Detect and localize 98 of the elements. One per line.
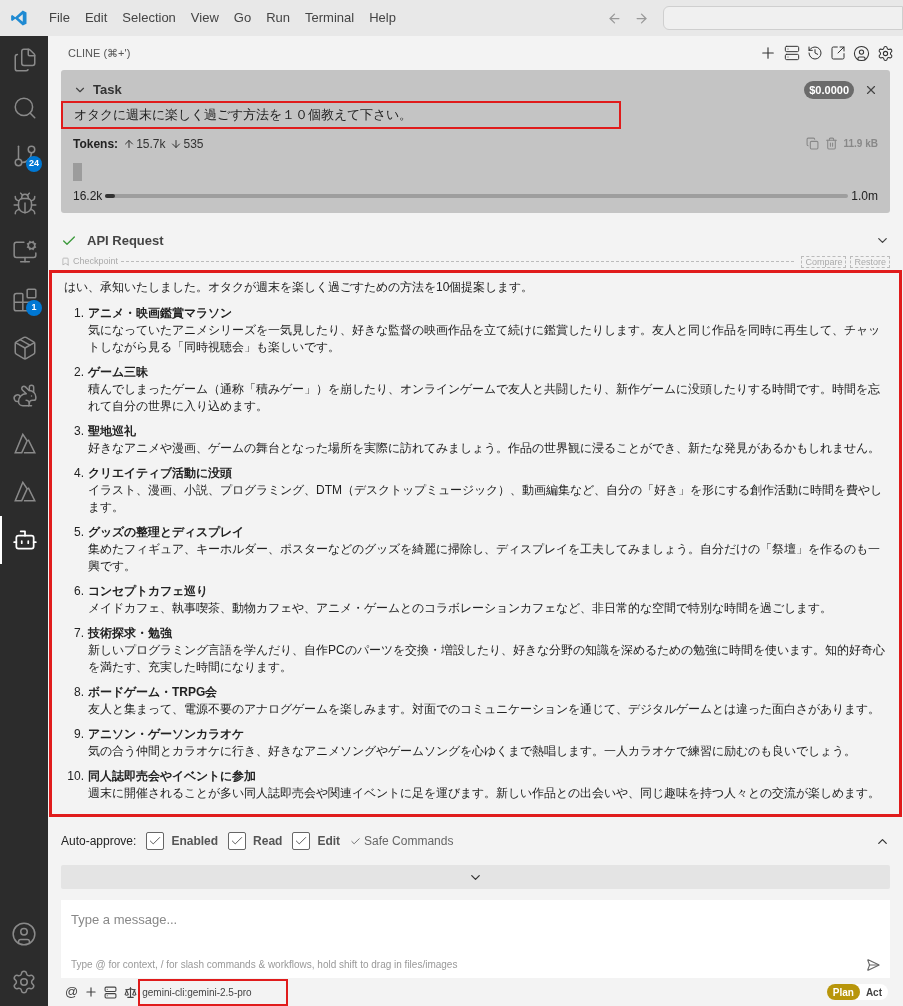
account-icon[interactable]: [853, 44, 870, 62]
item-title: 技術探求・勉強: [88, 624, 173, 642]
option-label[interactable]: Read: [253, 832, 283, 850]
menu-item[interactable]: Terminal: [298, 8, 362, 28]
context-used: 16.2k: [73, 187, 103, 205]
server-icon[interactable]: [784, 45, 800, 61]
server-icon[interactable]: [104, 985, 118, 999]
item-text: 集めたフィギュア、キーホルダー、ポスターなどのグッズを綺麗に掃除し、ディスプレイを工夫してみましょう。自分だけの「祭壇」を作るのも一興です。: [88, 540, 881, 575]
message-field[interactable]: Type a message...: [71, 910, 880, 930]
list-number: 1.: [73, 304, 84, 322]
size-label: 11.9 kB: [843, 137, 878, 151]
bookmark-icon: [61, 257, 70, 266]
forward-icon[interactable]: [634, 10, 649, 26]
item-text: 積んでしまったゲーム（通称「積みゲー」）を崩したり、オンラインゲームで友人と共闘したり、新作ゲームに没頭したりする時間です。時間を忘れて自分の世界に入り込めます。: [88, 380, 881, 415]
files-icon: [12, 47, 38, 73]
checkbox[interactable]: [292, 832, 311, 850]
list-number: 10.: [66, 767, 84, 785]
context-max: 1.0m: [851, 187, 878, 205]
list-number: 3.: [73, 422, 84, 440]
search-icon: [12, 95, 38, 121]
item-text: 週末に開催されることが多い同人誌即売会や関連イベントに足を運びます。新しい作品との出会いや、同じ趣味を持つ人々との交流が楽しめます。: [88, 784, 880, 802]
add-icon[interactable]: [84, 985, 99, 999]
item-title: アニメ・映画鑑賞マラソン: [88, 304, 233, 322]
item-title: ボードゲーム・TRPG会: [88, 683, 219, 701]
check-icon: [148, 834, 163, 848]
list-number: 7.: [73, 624, 84, 642]
checkbox[interactable]: [146, 832, 165, 850]
input-hint: Type @ for context, / for slash commands & workflows, hold shift to drag in files/images: [71, 958, 458, 972]
item-text: 好きなアニメや漫画、ゲームの舞台となった場所を実際に訪れてみましょう。作品の世界観に浸ることができ、新たな発見があるかもしれません。: [88, 439, 880, 457]
check-icon: [294, 834, 309, 848]
task-title: Task: [93, 81, 122, 100]
bug-icon: [12, 191, 38, 217]
item-title: クリエイティブ活動に没頭: [88, 464, 233, 482]
item-title: 同人誌即売会やイベントに参加: [88, 767, 257, 785]
scroll-marker: [73, 162, 82, 181]
menu-item[interactable]: File: [42, 8, 77, 28]
count-badge: 1: [26, 300, 42, 316]
item-text: 気の合う仲間とカラオケに行き、好きなアニメソングやゲームソングを心ゆくまで熱唱します。一人カラオケで練習に励むのも良いでしょう。: [88, 742, 856, 760]
activity-bar-item[interactable]: 1: [0, 276, 48, 324]
package-icon: [12, 335, 38, 361]
monitor-icon: [12, 239, 38, 265]
menu-item[interactable]: Go: [226, 8, 259, 28]
send-icon[interactable]: [866, 957, 880, 972]
checkbox[interactable]: [228, 832, 247, 850]
tokens-out: 535: [183, 135, 204, 153]
item-text: 気になっていたアニメシリーズを一気見したり、好きな監督の映画作品を立て続けに鑑賞したりします。友人と同じ作品を同時に再生して、チャットしながら見る「同時視聴会」も楽しいです。: [88, 321, 881, 356]
menu-item[interactable]: View: [183, 8, 226, 28]
close-icon[interactable]: [864, 83, 878, 97]
menu-item[interactable]: Help: [362, 8, 403, 28]
count-badge: 24: [26, 156, 42, 172]
mode-toggle[interactable]: Act: [859, 984, 888, 1000]
animal-icon: [12, 383, 38, 409]
item-title: ゲーム三昧: [88, 363, 149, 381]
down-arrow-icon: [170, 137, 183, 150]
list-number: 5.: [73, 523, 84, 541]
settings-icon[interactable]: [877, 44, 894, 62]
list-number: 9.: [73, 725, 84, 743]
item-title: グッズの整理とディスプレイ: [88, 523, 245, 541]
new-task-icon[interactable]: [759, 44, 777, 62]
menu-item[interactable]: Edit: [77, 8, 115, 28]
list-number: 2.: [73, 363, 84, 381]
task-text: オタクに週末に楽しく過ごす方法を１０個教えて下さい。: [61, 101, 621, 129]
option-label[interactable]: Enabled: [171, 832, 219, 850]
app-logo-icon: [10, 9, 28, 27]
blocks-icon: [12, 287, 38, 313]
mention-button[interactable]: @: [65, 982, 79, 1002]
item-text: イラスト、漫画、小説、プログラミング、DTM（デスクトップミュージック）、動画編集など、自分の「好き」を形にする創作活動に時間を費やします。: [88, 481, 883, 516]
item-title: アニソン・ゲーソンカラオケ: [88, 725, 245, 743]
auto-approve-label: Auto-approve:: [61, 833, 137, 850]
scale-icon[interactable]: [124, 985, 138, 999]
menu-item[interactable]: Run: [259, 8, 297, 28]
item-title: コンセプトカフェ巡り: [88, 582, 209, 600]
popout-icon[interactable]: [830, 45, 846, 61]
bot-icon: [12, 527, 38, 553]
intro-text: はい、承知いたしました。オタクが週末を楽しく過ごすための方法を10個提案します。: [64, 278, 535, 296]
up-arrow-icon: [123, 137, 136, 150]
item-text: 友人と集まって、電源不要のアナログゲームを楽しみます。対面でのコミュニケーションを通じて、デジタルゲームとは違った面白さがあります。: [88, 700, 880, 718]
tokens-in: 15.7k: [136, 135, 166, 153]
menu-item[interactable]: Selection: [115, 8, 183, 28]
item-title: 聖地巡礼: [88, 422, 137, 440]
back-icon[interactable]: [607, 10, 622, 26]
history-icon[interactable]: [807, 45, 823, 61]
option-label[interactable]: Edit: [317, 832, 341, 850]
api-request-title[interactable]: API Request: [87, 230, 164, 251]
list-number: 4.: [73, 464, 84, 482]
activity-bar-item[interactable]: 24: [0, 132, 48, 180]
cost-badge: $0.0000: [804, 80, 854, 100]
option-label[interactable]: Safe Commands: [364, 832, 454, 850]
check-icon: [230, 834, 245, 848]
list-number: 6.: [73, 582, 84, 600]
item-text: メイドカフェ、執事喫茶、動物カフェや、アニメ・ゲームとのコラボレーションカフェなど、非日常的な空間で特別な時間を過ごします。: [88, 599, 832, 617]
item-text: 新しいプログラミング言語を学んだり、自作PCのパーツを交換・増設したり、好きな分野の知識を深めるための勉強に時間を使います。知的好奇心を満たす、充実した時間になります。: [88, 641, 886, 676]
list-number: 8.: [73, 683, 84, 701]
model-selector[interactable]: gemini-cli:gemini-2.5-pro: [138, 978, 289, 1006]
command-search-field[interactable]: [663, 6, 903, 30]
panel-title: CLINE (⌘+'): [68, 45, 131, 61]
checkpoint-label: Checkpoint: [73, 254, 119, 268]
tokens-label: Tokens:: [73, 135, 119, 153]
